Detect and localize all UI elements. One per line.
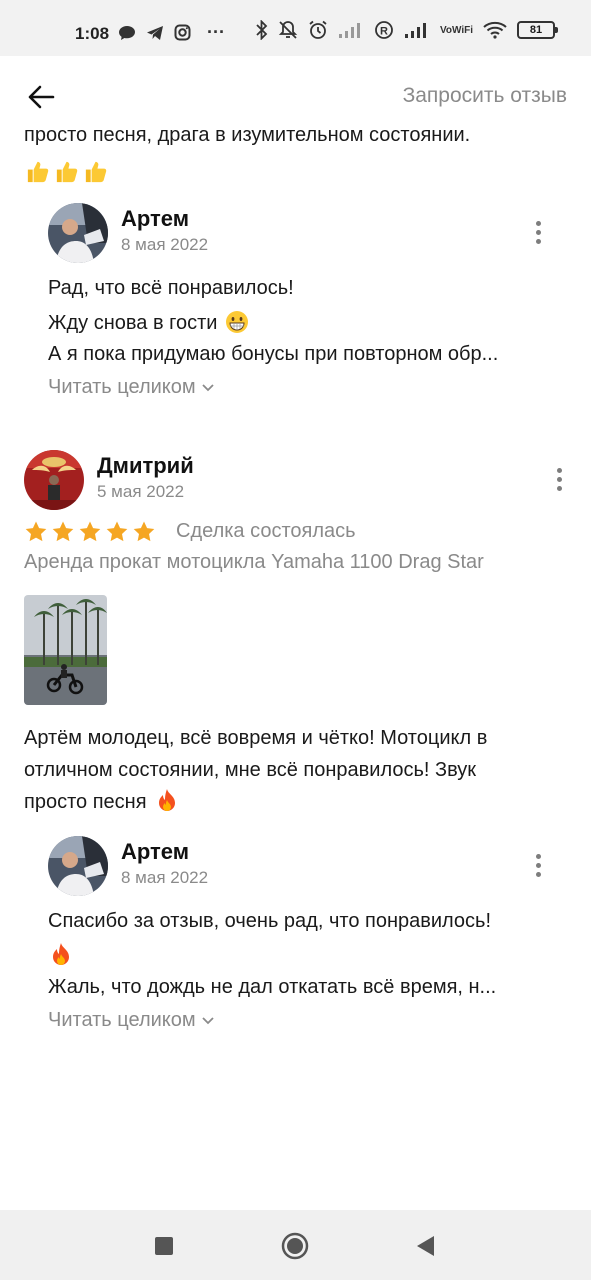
review-date: 5 мая 2022 bbox=[97, 482, 185, 501]
more-notifications-icon: ··· bbox=[207, 22, 225, 42]
product-title[interactable]: Аренда прокат мотоцикла Yamaha 1100 Drag… bbox=[24, 551, 484, 574]
reply-line: Рад, что всё понравилось! bbox=[48, 277, 294, 299]
more-options-button[interactable] bbox=[528, 850, 548, 880]
grinning-emoji-icon bbox=[226, 311, 248, 333]
vowifi-icon: Vo WiFi bbox=[439, 24, 473, 36]
reply-author: Артем bbox=[121, 839, 190, 864]
thumbs-up-icon bbox=[85, 161, 107, 183]
star-rating bbox=[24, 520, 156, 544]
fire-emoji-icon bbox=[53, 943, 69, 965]
seller-reply: Артем 8 мая 2022 Спасибо за отзыв, очень… bbox=[48, 836, 568, 1036]
bell-off-icon bbox=[278, 20, 298, 40]
avatar[interactable] bbox=[24, 450, 84, 510]
telegram-icon bbox=[146, 25, 164, 41]
thumbs-up-icon bbox=[27, 161, 49, 183]
triangle-back-icon bbox=[417, 1236, 434, 1256]
review-text-line: просто песня bbox=[24, 786, 569, 818]
chat-bubble-icon bbox=[118, 25, 136, 41]
review-photo[interactable] bbox=[24, 595, 107, 705]
seller-reply: Артем 8 мая 2022 Рад, что всё понравилос… bbox=[48, 203, 568, 403]
svg-text:R: R bbox=[380, 26, 388, 38]
reply-author: Артем bbox=[121, 206, 190, 231]
status-time: 1:08 bbox=[75, 24, 110, 43]
star-icon bbox=[133, 521, 155, 542]
thumbs-up-emojis bbox=[24, 158, 109, 185]
previous-review-text: просто песня, драга в изумительном состо… bbox=[24, 124, 471, 146]
arrow-left-icon bbox=[28, 85, 55, 109]
star-icon bbox=[106, 521, 128, 542]
review-card: Дмитрий 5 мая 2022 Сделка состоялась Аре… bbox=[24, 450, 569, 1140]
reply-line-text: Жду снова в гости bbox=[48, 312, 218, 334]
reply-date: 8 мая 2022 bbox=[121, 868, 209, 887]
square-icon bbox=[155, 1237, 173, 1255]
instagram-icon bbox=[174, 24, 191, 41]
bluetooth-icon bbox=[256, 20, 268, 40]
roaming-icon: R bbox=[374, 20, 394, 40]
fire-emoji-icon bbox=[159, 789, 176, 811]
reply-line: Жаль, что дождь не дал откатать всё врем… bbox=[48, 976, 497, 998]
reply-line: Жду снова в гости bbox=[48, 310, 568, 335]
star-icon bbox=[25, 521, 47, 542]
reply-date: 8 мая 2022 bbox=[121, 235, 209, 254]
read-more-link[interactable]: Читать целиком bbox=[48, 376, 214, 399]
home-button[interactable] bbox=[281, 1232, 309, 1260]
chevron-down-icon bbox=[202, 383, 214, 391]
status-bar: 1:08 ··· R Vo WiFi 81 bbox=[0, 0, 591, 56]
review-author: Дмитрий bbox=[97, 453, 194, 478]
review-text-line: Артём молодец, всё вовремя и чётко! Мото… bbox=[24, 727, 488, 749]
recent-apps-button[interactable] bbox=[150, 1232, 178, 1260]
fire-emoji-row bbox=[50, 942, 72, 971]
star-icon bbox=[79, 521, 101, 542]
reviews-list[interactable]: просто песня, драга в изумительном состо… bbox=[0, 120, 591, 1210]
review-text: Артём молодец, всё вовремя и чётко! Мото… bbox=[24, 722, 569, 818]
request-review-button[interactable]: Запросить отзыв bbox=[403, 84, 567, 108]
reply-line: Спасибо за отзыв, очень рад, что понрави… bbox=[48, 910, 492, 932]
battery-icon: 81 bbox=[517, 21, 558, 39]
deal-status: Сделка состоялась bbox=[176, 520, 356, 542]
more-options-button[interactable] bbox=[528, 217, 548, 247]
star-icon bbox=[52, 521, 74, 542]
read-more-label: Читать целиком bbox=[48, 1009, 196, 1031]
vowifi-bottom-label: WiFi bbox=[451, 24, 473, 36]
chevron-down-icon bbox=[202, 1016, 214, 1024]
more-options-button[interactable] bbox=[549, 464, 569, 494]
read-more-label: Читать целиком bbox=[48, 376, 196, 398]
status-left-icons: ··· bbox=[118, 22, 225, 43]
circle-icon bbox=[281, 1232, 309, 1260]
avatar[interactable] bbox=[48, 836, 108, 896]
alarm-icon bbox=[308, 20, 328, 40]
review-text-line: отличном состоянии, мне всё понравилось!… bbox=[24, 759, 477, 781]
signal-icon bbox=[338, 21, 364, 39]
wifi-icon bbox=[483, 21, 507, 39]
back-nav-button[interactable] bbox=[411, 1232, 439, 1260]
thumbs-up-icon bbox=[56, 161, 78, 183]
status-right-icons: R Vo WiFi 81 bbox=[256, 20, 558, 40]
avatar[interactable] bbox=[48, 203, 108, 263]
vowifi-top-label: Vo bbox=[439, 24, 452, 36]
signal-icon-2 bbox=[404, 21, 430, 39]
reply-line: А я пока придумаю бонусы при повторном о… bbox=[48, 343, 499, 365]
review-text-line-text: просто песня bbox=[24, 791, 147, 813]
read-more-link[interactable]: Читать целиком bbox=[48, 1009, 214, 1032]
system-nav-bar bbox=[0, 1210, 591, 1280]
back-button[interactable] bbox=[22, 80, 60, 114]
